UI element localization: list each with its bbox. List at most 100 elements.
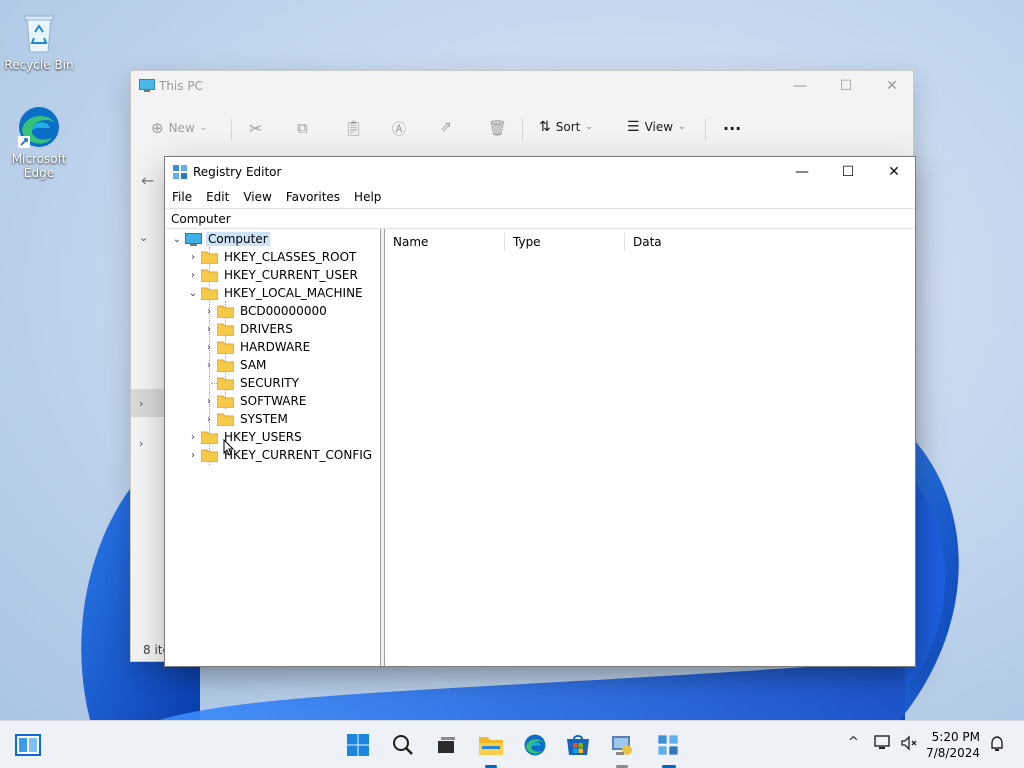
menu-favorites[interactable]: Favorites — [279, 188, 347, 208]
share-button[interactable]: ⇗ — [440, 119, 452, 135]
copy-button[interactable]: ⧉ — [297, 119, 308, 137]
maximize-button[interactable]: ☐ — [823, 71, 869, 101]
cut-button[interactable]: ✂ — [249, 119, 262, 138]
start-button[interactable] — [342, 729, 374, 761]
tree-node-label: HKEY_LOCAL_MACHINE — [224, 286, 363, 300]
registry-editor-titlebar[interactable]: Registry Editor — ☐ ✕ — [165, 157, 915, 187]
desktop-icon-microsoft-edge[interactable]: Microsoft Edge — [1, 104, 77, 180]
menu-edit[interactable]: Edit — [199, 188, 236, 208]
volume-muted-icon[interactable] — [900, 735, 918, 755]
edge-taskbar-button[interactable] — [519, 729, 551, 761]
registry-editor-window[interactable]: Registry Editor — ☐ ✕ File Edit View Fav… — [164, 156, 916, 667]
edge-icon — [18, 107, 59, 148]
paste-button[interactable]: 📋︎ — [344, 119, 363, 137]
chevron-right-icon[interactable]: › — [201, 414, 217, 425]
chevron-right-icon[interactable]: › — [139, 397, 143, 410]
notifications-icon[interactable] — [988, 735, 1006, 757]
system-clock[interactable]: 5:20 PM 7/8/2024 — [926, 729, 980, 761]
close-button[interactable]: ✕ — [869, 71, 915, 101]
nav-pane-selected-row[interactable] — [131, 389, 165, 417]
mouse-pointer-icon — [223, 439, 235, 456]
column-header-name[interactable]: Name — [385, 233, 505, 251]
sort-label: Sort — [555, 120, 581, 134]
share-icon: ⇗ — [440, 119, 452, 135]
tree-node-hardware[interactable]: › HARDWARE — [201, 338, 312, 356]
new-button[interactable]: ⊕ New ⌄ — [151, 119, 207, 137]
desktop-icon-recycle-bin[interactable]: Recycle Bin — [1, 10, 77, 72]
chevron-right-icon[interactable]: › — [185, 450, 201, 461]
task-view-button[interactable] — [430, 729, 462, 761]
tree-node-hkey-users[interactable]: › HKEY_USERS — [185, 428, 304, 446]
this-pc-titlebar[interactable]: This PC — ☐ ✕ — [131, 71, 913, 103]
tree-node-label: SYSTEM — [240, 412, 288, 426]
column-header-type[interactable]: Type — [505, 233, 625, 251]
show-hidden-icons-chevron-up-icon[interactable]: ^ — [848, 735, 859, 750]
chevron-right-icon[interactable]: › — [201, 360, 217, 371]
taskbar: ^ 5:20 PM 7/8/2024 — [0, 720, 1024, 768]
chevron-right-icon[interactable]: › — [139, 437, 143, 450]
tree-node-label: HARDWARE — [240, 340, 311, 354]
menu-help[interactable]: Help — [347, 188, 388, 208]
folder-icon — [201, 431, 218, 444]
more-options-button[interactable]: ··· — [723, 119, 741, 138]
minimize-button[interactable]: — — [777, 71, 823, 101]
widgets-button[interactable] — [12, 729, 44, 761]
control-panel-button[interactable] — [606, 729, 638, 761]
column-header-data[interactable]: Data — [625, 233, 745, 251]
tree-node-label: HKEY_CURRENT_CONFIG — [224, 448, 373, 462]
chevron-down-icon[interactable]: ⌄ — [139, 231, 148, 244]
toolbar-divider — [231, 119, 232, 141]
store-icon — [567, 735, 589, 755]
chevron-right-icon[interactable]: › — [185, 252, 201, 263]
search-button[interactable] — [387, 729, 419, 761]
tree-node-bcd00000000[interactable]: › BCD00000000 — [201, 302, 329, 320]
registry-values-pane[interactable]: Name Type Data — [385, 229, 915, 666]
sort-button[interactable]: ⇅ Sort ⌄ — [539, 119, 593, 135]
registry-tree-pane[interactable]: ⌄ Computer › HKEY_CLASSES_ROOT › HKEY_CU… — [165, 229, 381, 666]
maximize-button[interactable]: ☐ — [825, 157, 871, 187]
tree-node-label: DRIVERS — [240, 322, 293, 336]
chevron-right-icon[interactable]: › — [201, 342, 217, 353]
scissors-icon: ✂ — [249, 119, 263, 138]
chevron-right-icon[interactable]: › — [185, 432, 201, 443]
network-icon[interactable] — [874, 735, 892, 755]
file-explorer-button[interactable] — [475, 729, 507, 761]
folder-icon — [201, 287, 218, 300]
menu-view[interactable]: View — [236, 188, 278, 208]
tree-node-drivers[interactable]: › DRIVERS — [201, 320, 295, 338]
address-bar[interactable]: Computer — [165, 208, 915, 229]
chevron-right-icon[interactable]: › — [201, 396, 217, 407]
back-arrow-icon[interactable]: ← — [141, 171, 154, 190]
tree-node-hkey-local-machine[interactable]: ⌄ HKEY_LOCAL_MACHINE — [185, 284, 365, 302]
tree-node-hkey-current-config[interactable]: › HKEY_CURRENT_CONFIG — [185, 446, 374, 464]
tree-node-sam[interactable]: › SAM — [201, 356, 268, 374]
tree-node-security[interactable]: SECURITY — [201, 374, 301, 392]
minimize-button[interactable]: — — [779, 157, 825, 187]
folder-icon — [217, 323, 234, 336]
folder-icon — [217, 395, 234, 408]
folder-icon — [217, 377, 234, 390]
microsoft-store-button[interactable] — [562, 729, 594, 761]
close-button[interactable]: ✕ — [871, 157, 917, 187]
chevron-right-icon[interactable]: › — [201, 324, 217, 335]
delete-button[interactable]: 🗑︎ — [488, 119, 507, 137]
rename-button[interactable]: Ⓐ — [392, 119, 406, 139]
control-panel-icon — [612, 736, 632, 755]
chevron-right-icon[interactable]: › — [185, 270, 201, 281]
clock-date: 7/8/2024 — [926, 746, 980, 760]
chevron-down-icon[interactable]: ⌄ — [169, 234, 185, 245]
chevron-down-icon[interactable]: ⌄ — [185, 288, 201, 299]
menu-file[interactable]: File — [165, 188, 199, 208]
registry-editor-taskbar-button[interactable] — [652, 729, 684, 761]
tree-node-system[interactable]: › SYSTEM — [201, 410, 290, 428]
tree-node-label: SAM — [240, 358, 267, 372]
tree-node-hkey-classes-root[interactable]: › HKEY_CLASSES_ROOT — [185, 248, 358, 266]
tree-node-hkey-current-user[interactable]: › HKEY_CURRENT_USER — [185, 266, 360, 284]
view-button[interactable]: ☰ View ⌄ — [627, 119, 686, 135]
tree-node-label: BCD00000000 — [240, 304, 327, 318]
tree-node-computer[interactable]: ⌄ Computer — [169, 230, 270, 248]
tree-node-software[interactable]: › SOFTWARE — [201, 392, 308, 410]
chevron-down-icon: ⌄ — [199, 123, 208, 133]
chevron-right-icon[interactable]: › — [201, 306, 217, 317]
chevron-down-icon: ⌄ — [585, 122, 593, 132]
